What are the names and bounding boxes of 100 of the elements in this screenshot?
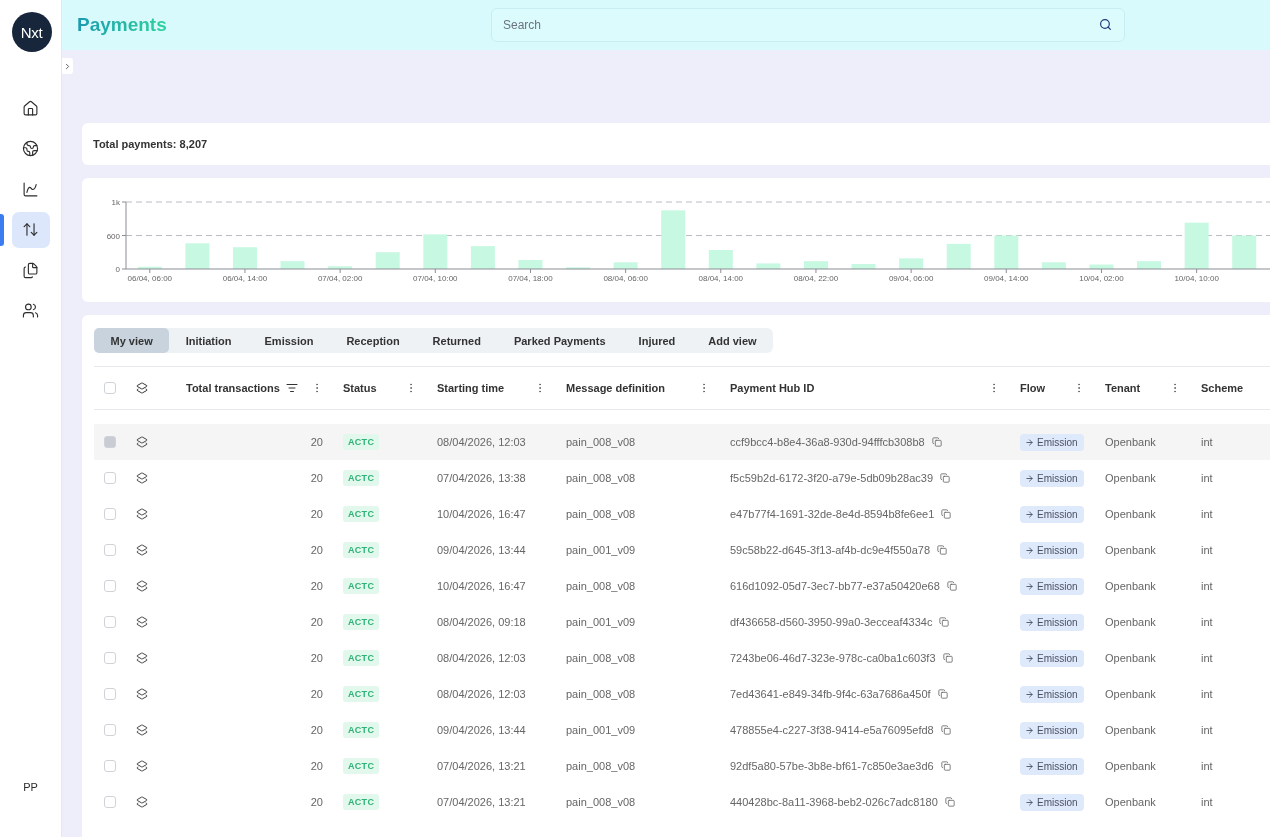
payment-hub-id: ccf9bcc4-b8e4-36a8-930d-94fffcb308b8 bbox=[730, 436, 925, 448]
scheme: int bbox=[1201, 472, 1213, 484]
total-transactions: 20 bbox=[310, 472, 323, 484]
scheme: int bbox=[1201, 796, 1213, 808]
flow-label: Emission bbox=[1037, 688, 1078, 700]
flow-label: Emission bbox=[1037, 508, 1078, 520]
flow-label: Emission bbox=[1037, 616, 1078, 628]
total-transactions: 20 bbox=[310, 544, 323, 556]
payment-hub-id: 59c58b22-d645-3f13-af4b-dc9e4f550a78 bbox=[730, 544, 930, 556]
status-code: ACTC bbox=[343, 470, 380, 486]
payment-hub-id: 478855e4-c227-3f38-9414-e5a76095efd8 bbox=[730, 724, 934, 736]
x-tick-label: 08/04, 06:00 bbox=[603, 274, 648, 283]
status-code: ACTC bbox=[343, 542, 380, 558]
status-code: ACTC bbox=[343, 506, 380, 522]
tenant-name: Openbank bbox=[1105, 724, 1156, 736]
x-tick-label: 06/04, 14:00 bbox=[222, 274, 268, 283]
scheme: int bbox=[1201, 616, 1213, 628]
total-transactions: 20 bbox=[310, 616, 323, 628]
status-code: ACTC bbox=[343, 614, 380, 630]
starting-time: 10/04/2026, 16:47 bbox=[437, 580, 526, 592]
flow-label: Emission bbox=[1037, 544, 1078, 556]
x-tick-label: 07/04, 02:00 bbox=[317, 274, 363, 283]
tenant-name: Openbank bbox=[1105, 436, 1156, 448]
starting-time: 09/04/2026, 13:44 bbox=[437, 724, 526, 736]
tenant-name: Openbank bbox=[1105, 688, 1156, 700]
total-transactions: 20 bbox=[310, 652, 323, 664]
message-definition: pain_001_v09 bbox=[566, 724, 636, 736]
x-tick-label: 07/04, 18:00 bbox=[508, 274, 553, 283]
tenant-name: Openbank bbox=[1105, 652, 1156, 664]
payment-hub-id: e47b77f4-1691-32de-8e4d-8594b8fe6ee1 bbox=[730, 508, 935, 520]
status-code: ACTC bbox=[343, 578, 380, 594]
status-code: ACTC bbox=[343, 434, 380, 450]
x-tick-label: 08/04, 22:00 bbox=[793, 274, 839, 283]
tenant-name: Openbank bbox=[1105, 472, 1156, 484]
flow-label: Emission bbox=[1037, 724, 1078, 736]
total-transactions: 20 bbox=[310, 760, 323, 772]
flow-label: Emission bbox=[1037, 652, 1078, 664]
starting-time: 10/04/2026, 16:47 bbox=[437, 508, 526, 520]
x-tick-label: 09/04, 14:00 bbox=[984, 274, 1029, 283]
status-code: ACTC bbox=[343, 650, 380, 666]
scheme: int bbox=[1201, 508, 1213, 520]
total-transactions: 20 bbox=[310, 508, 323, 520]
message-definition: pain_008_v08 bbox=[566, 688, 636, 700]
starting-time: 08/04/2026, 12:03 bbox=[437, 436, 526, 448]
payment-hub-id: df436658-d560-3950-99a0-3ecceaf4334c bbox=[730, 616, 933, 628]
x-tick-label: 06/04, 06:00 bbox=[127, 274, 173, 283]
starting-time: 08/04/2026, 12:03 bbox=[437, 652, 526, 664]
total-transactions: 20 bbox=[310, 436, 323, 448]
starting-time: 08/04/2026, 12:03 bbox=[437, 688, 526, 700]
scheme: int bbox=[1201, 688, 1213, 700]
flow-label: Emission bbox=[1037, 472, 1078, 484]
flow-label: Emission bbox=[1037, 796, 1078, 808]
scheme: int bbox=[1201, 544, 1213, 556]
scheme: int bbox=[1201, 580, 1213, 592]
total-transactions: 20 bbox=[310, 688, 323, 700]
tenant-name: Openbank bbox=[1105, 760, 1156, 772]
y-tick-label: 1k bbox=[111, 198, 120, 207]
scheme: int bbox=[1201, 760, 1213, 772]
payment-hub-id: f5c59b2d-6172-3f20-a79e-5db09b28ac39 bbox=[730, 472, 934, 484]
tenant-name: Openbank bbox=[1105, 616, 1156, 628]
flow-label: Emission bbox=[1037, 580, 1078, 592]
y-tick-label: 0 bbox=[115, 265, 120, 274]
starting-time: 08/04/2026, 09:18 bbox=[437, 616, 526, 628]
total-transactions: 20 bbox=[310, 580, 323, 592]
tenant-name: Openbank bbox=[1105, 796, 1156, 808]
status-code: ACTC bbox=[343, 758, 380, 774]
message-definition: pain_008_v08 bbox=[566, 580, 636, 592]
tenant-name: Openbank bbox=[1105, 508, 1156, 520]
payment-hub-id: 7ed43641-e849-34fb-9f4c-63a7686a450f bbox=[730, 688, 931, 700]
message-definition: pain_008_v08 bbox=[566, 796, 636, 808]
message-definition: pain_001_v09 bbox=[566, 544, 636, 556]
tenant-name: Openbank bbox=[1105, 544, 1156, 556]
message-definition: pain_008_v08 bbox=[566, 652, 636, 664]
x-tick-label: 10/04, 10:00 bbox=[1174, 274, 1219, 283]
scheme: int bbox=[1201, 652, 1213, 664]
starting-time: 07/04/2026, 13:21 bbox=[437, 796, 526, 808]
x-tick-label: 08/04, 14:00 bbox=[698, 274, 744, 283]
payment-hub-id: 616d1092-05d7-3ec7-bb77-e37a50420e68 bbox=[730, 580, 940, 592]
total-transactions: 20 bbox=[310, 796, 323, 808]
scheme: int bbox=[1201, 724, 1213, 736]
x-tick-label: 09/04, 06:00 bbox=[888, 274, 934, 283]
logo: Nxt bbox=[11, 12, 52, 52]
total-payments: Total payments: 8,207 bbox=[93, 138, 208, 150]
payment-hub-id: 440428bc-8a11-3968-beb2-026c7adc8180 bbox=[730, 796, 938, 808]
payment-hub-id: 7243be06-46d7-323e-978c-ca0ba1c603f3 bbox=[730, 652, 936, 664]
status-code: ACTC bbox=[343, 794, 380, 810]
status-code: ACTC bbox=[343, 686, 380, 702]
message-definition: pain_008_v08 bbox=[566, 760, 636, 772]
starting-time: 07/04/2026, 13:38 bbox=[437, 472, 526, 484]
message-definition: pain_001_v09 bbox=[566, 616, 636, 628]
flow-label: Emission bbox=[1037, 760, 1078, 772]
message-definition: pain_008_v08 bbox=[566, 436, 636, 448]
tenant-name: Openbank bbox=[1105, 580, 1156, 592]
status-code: ACTC bbox=[343, 722, 380, 738]
starting-time: 07/04/2026, 13:21 bbox=[437, 760, 526, 772]
scheme: int bbox=[1201, 436, 1213, 448]
flow-label: Emission bbox=[1037, 436, 1078, 448]
x-tick-label: 10/04, 02:00 bbox=[1079, 274, 1124, 283]
total-transactions: 20 bbox=[310, 724, 323, 736]
message-definition: pain_008_v08 bbox=[566, 472, 636, 484]
